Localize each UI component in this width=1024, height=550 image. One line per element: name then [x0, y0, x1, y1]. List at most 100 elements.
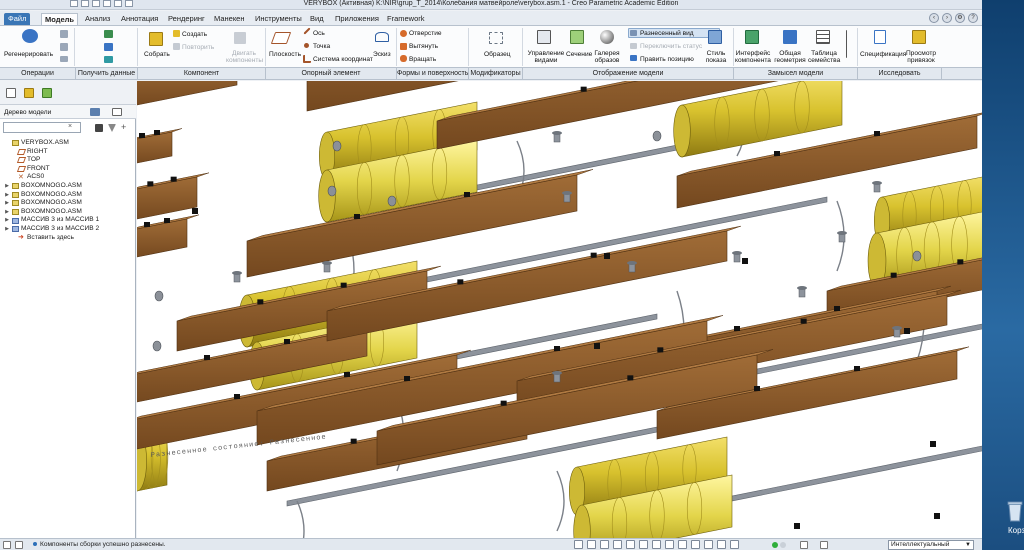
extrude-icon[interactable] — [400, 43, 407, 50]
beam-bolt[interactable] — [234, 394, 240, 399]
tree-node-boxomnogo-4[interactable]: ▶ BOXOMNOGO.ASM — [4, 208, 134, 217]
tree-node-boxomnogo-3[interactable]: ▶ BOXOMNOGO.ASM — [4, 199, 134, 208]
beam-bolt[interactable] — [890, 272, 897, 278]
folder-browser-tab-icon[interactable] — [24, 88, 34, 98]
tree-node-acs0[interactable]: ✕ ACS0 — [4, 173, 134, 182]
extrude-button[interactable]: Вытянуть — [409, 43, 438, 50]
beam-bolt[interactable] — [464, 192, 470, 197]
section-button[interactable]: Сечение — [566, 51, 592, 58]
tab-framework[interactable]: Framework — [384, 13, 428, 25]
shared-geometry-button[interactable]: Общая геометрия — [774, 50, 806, 64]
model-tree-tab-icon[interactable] — [6, 88, 16, 98]
group-investigate[interactable]: Исследовать — [858, 68, 942, 80]
barrel-end[interactable] — [673, 104, 691, 158]
roller[interactable] — [327, 185, 337, 197]
create-icon[interactable] — [173, 30, 180, 37]
clamp-knob[interactable] — [892, 326, 902, 330]
settings-icon[interactable]: ⚙ — [955, 13, 965, 23]
display-style-button[interactable]: Стиль показа — [702, 50, 730, 64]
annotation-display-icon[interactable] — [691, 540, 700, 549]
zoom-in-icon[interactable] — [587, 540, 596, 549]
exploded-assembly-scene[interactable]: Разнесенное состояние: Разнесенное — [137, 81, 982, 538]
tree-node-root[interactable]: VERYBOX.ASM — [4, 139, 134, 148]
tree-node-pattern-1[interactable]: ▶ МАССИВ 3 из МАССИВ 1 — [4, 216, 134, 225]
group-datum[interactable]: Опорный элемент — [266, 68, 397, 80]
beam-side[interactable] — [137, 176, 198, 221]
nut[interactable] — [192, 208, 198, 214]
datum-display-icon[interactable] — [678, 540, 687, 549]
tree-node-front[interactable]: FRONT — [4, 165, 134, 174]
tab-view[interactable]: Вид — [307, 13, 327, 25]
clamp-knob[interactable] — [627, 261, 637, 265]
clamp-post[interactable] — [893, 328, 901, 338]
family-table-button[interactable]: Таблица семейства — [808, 50, 840, 64]
add-column-icon[interactable]: + — [121, 122, 129, 132]
specification-icon[interactable] — [874, 30, 886, 44]
beam-bolt[interactable] — [139, 133, 145, 138]
copy-icon[interactable] — [60, 30, 68, 38]
tab-model[interactable]: Модель — [41, 13, 79, 25]
tree-node-top[interactable]: TOP — [4, 156, 134, 165]
tab-annotation[interactable]: Аннотация — [118, 13, 161, 25]
group-shapes[interactable]: Формы и поверхность — [397, 68, 469, 80]
repaint-icon[interactable] — [613, 540, 622, 549]
clamp-post[interactable] — [733, 253, 741, 263]
appearance-gallery-icon[interactable] — [600, 30, 614, 44]
reference-viewer-button[interactable]: Просмотр привязок — [904, 50, 938, 64]
beam-bolt[interactable] — [834, 306, 840, 311]
clamp-knob[interactable] — [232, 271, 242, 275]
panel-toggle-icon[interactable] — [15, 541, 23, 549]
assemble-icon[interactable] — [149, 32, 163, 46]
beam-bolt[interactable] — [874, 131, 880, 136]
beam-bolt[interactable] — [354, 214, 360, 219]
clamp-post[interactable] — [838, 233, 846, 243]
tree-expander[interactable]: ▶ — [4, 199, 10, 208]
back-icon[interactable]: ‹ — [929, 13, 939, 23]
sketch-button[interactable]: Эскиз — [373, 51, 391, 58]
tree-expander[interactable]: ▶ — [4, 182, 10, 191]
beam-bolt[interactable] — [284, 339, 290, 344]
point-button[interactable]: Точка — [313, 43, 330, 50]
beam-bolt[interactable] — [350, 438, 357, 444]
clamp-knob[interactable] — [837, 231, 847, 235]
find-icon[interactable] — [95, 124, 103, 132]
clamp-post[interactable] — [323, 263, 331, 273]
axis-icon[interactable] — [303, 27, 311, 35]
paste-icon[interactable] — [60, 43, 68, 51]
hanger-rod[interactable] — [296, 500, 305, 538]
hanger-rod[interactable] — [556, 470, 565, 532]
beam-bolt[interactable] — [754, 386, 760, 391]
beam-bolt[interactable] — [854, 366, 860, 371]
roller[interactable] — [912, 250, 922, 262]
tree-node-pattern-2[interactable]: ▶ МАССИВ 3 из МАССИВ 2 — [4, 225, 134, 234]
beam-bolt[interactable] — [500, 400, 507, 406]
display-style-icon[interactable] — [626, 540, 635, 549]
explode-view-button[interactable]: Разнесенный вид — [640, 30, 694, 37]
sketch-icon[interactable] — [375, 32, 389, 42]
selection-icon[interactable] — [800, 541, 808, 549]
clamp-knob[interactable] — [552, 131, 562, 135]
selection-filter-dropdown[interactable]: Интеллектуальный ▼ — [888, 540, 974, 550]
shared-geometry-icon[interactable] — [783, 30, 797, 44]
merge-icon[interactable] — [104, 56, 113, 63]
tree-expander[interactable]: ▶ — [4, 216, 10, 225]
point-icon[interactable] — [304, 43, 309, 48]
regenerate-button[interactable]: Регенерировать — [4, 51, 53, 58]
roller[interactable] — [152, 340, 162, 352]
beam-bolt[interactable] — [344, 372, 350, 377]
favorites-tab-icon[interactable] — [42, 88, 52, 98]
pattern-icon[interactable] — [489, 32, 503, 44]
component-interface-icon[interactable] — [745, 30, 759, 44]
beam-bolt[interactable] — [554, 346, 560, 351]
tree-node-right[interactable]: RIGHT — [4, 148, 134, 157]
assembly-geometry[interactable] — [137, 81, 982, 538]
hole-icon[interactable] — [400, 30, 407, 37]
beam-bolt[interactable] — [204, 355, 210, 360]
tree-node-insert-here[interactable]: ➜ Вставить здесь — [4, 234, 134, 243]
graphics-viewport[interactable]: Разнесенное состояние: Разнесенное — [137, 81, 982, 538]
roller[interactable] — [332, 140, 342, 152]
tree-settings-icon[interactable] — [90, 108, 100, 116]
group-operations[interactable]: Операции — [0, 68, 76, 80]
nut[interactable] — [594, 343, 600, 349]
component-interface-button[interactable]: Интерфейс компонента — [735, 50, 771, 64]
